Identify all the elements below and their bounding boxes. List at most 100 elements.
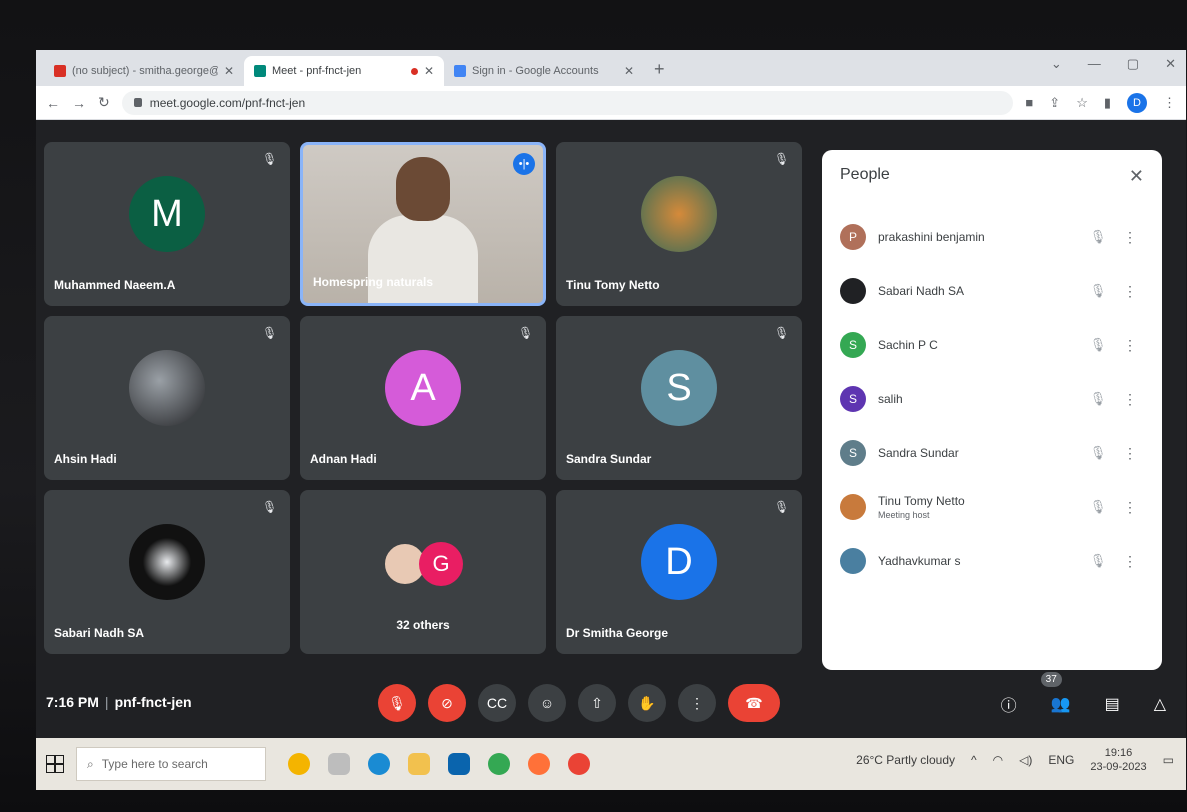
new-tab-button[interactable]: + (644, 59, 675, 86)
mic-toggle-button[interactable]: 🎙 (378, 684, 416, 722)
window-controls: ⌄ — ▢ ✕ (1051, 56, 1176, 72)
others-tile[interactable]: G 32 others (300, 490, 546, 654)
present-button[interactable]: ⇧ (578, 684, 616, 722)
taskbar-search-input[interactable]: ⌕ Type here to search (76, 747, 266, 781)
participant-tile-video[interactable]: •|• Homespring naturals (300, 142, 546, 306)
chrome-profile-icon[interactable] (568, 753, 590, 775)
file-explorer-icon[interactable] (408, 753, 430, 775)
meeting-code: pnf-fnct-jen (114, 694, 192, 710)
mic-off-icon[interactable]: 🎙 (1088, 283, 1108, 299)
maximize-button[interactable]: ▢ (1127, 56, 1139, 72)
chat-icon[interactable]: ▤ (1105, 694, 1120, 714)
share-icon[interactable]: ⇪ (1049, 95, 1060, 111)
tab-meet[interactable]: Meet - pnf-fnct-jen ✕ (244, 56, 444, 86)
list-item[interactable]: Tinu Tomy Netto Meeting host 🎙 ⋮ (840, 480, 1140, 534)
widgets-icon[interactable] (288, 753, 310, 775)
leave-call-button[interactable]: ☎ (728, 684, 780, 722)
list-item[interactable]: P prakashini benjamin 🎙 ⋮ (840, 210, 1140, 264)
reload-icon[interactable]: ↻ (98, 94, 110, 111)
meeting-footer: 7:16 PM | pnf-fnct-jen 🎙 ⊘ CC ☺ ⇧ ✋ ⋮ ☎ ⓘ … (36, 672, 1186, 738)
edge-icon[interactable] (368, 753, 390, 775)
tab-gmail[interactable]: (no subject) - smitha.george@ ✕ (44, 56, 244, 86)
activities-icon[interactable]: △ (1154, 694, 1166, 714)
mic-off-icon[interactable]: 🎙 (1088, 499, 1108, 515)
tab-search-icon[interactable]: ⌄ (1051, 56, 1062, 72)
more-options-icon[interactable]: ⋮ (1120, 391, 1140, 408)
more-options-icon[interactable]: ⋮ (1120, 283, 1140, 300)
camera-toggle-button[interactable]: ⊘ (428, 684, 466, 722)
participant-tile[interactable]: A 🎙 Adnan Hadi (300, 316, 546, 480)
close-panel-button[interactable]: ✕ (1129, 166, 1144, 187)
wifi-icon[interactable]: ◠ (993, 753, 1003, 767)
tray-chevron-icon[interactable]: ^ (971, 753, 977, 767)
avatar-photo (840, 494, 866, 520)
participant-tile[interactable]: 🎙 Sabari Nadh SA (44, 490, 290, 654)
mic-off-icon[interactable]: 🎙 (1088, 337, 1108, 353)
avatar: S (840, 386, 866, 412)
search-placeholder: Type here to search (101, 757, 208, 771)
back-icon[interactable]: ← (46, 95, 60, 111)
windows-start-icon[interactable] (46, 755, 64, 773)
list-item[interactable]: S salih 🎙 ⋮ (840, 372, 1140, 426)
camera-icon[interactable]: ■ (1025, 95, 1033, 110)
tab-google-signin[interactable]: Sign in - Google Accounts ✕ (444, 56, 644, 86)
participant-tile[interactable]: 🎙 Tinu Tomy Netto (556, 142, 802, 306)
mic-off-icon[interactable]: 🎙 (1088, 445, 1108, 461)
more-options-icon[interactable]: ⋮ (1120, 553, 1140, 570)
close-window-button[interactable]: ✕ (1165, 56, 1176, 72)
taskbar-clock[interactable]: 19:16 23-09-2023 (1090, 746, 1146, 774)
notifications-icon[interactable]: ▭ (1163, 753, 1174, 767)
tab-title: Sign in - Google Accounts (472, 65, 599, 77)
volume-icon[interactable]: ◁) (1019, 753, 1032, 767)
list-item[interactable]: S Sachin P C 🎙 ⋮ (840, 318, 1140, 372)
raise-hand-button[interactable]: ✋ (628, 684, 666, 722)
host-label: Meeting host (878, 510, 930, 520)
search-icon: ⌕ (87, 756, 94, 771)
participant-name: Ahsin Hadi (54, 452, 117, 466)
close-tab-icon[interactable]: ✕ (424, 64, 434, 78)
participant-name: Tinu Tomy Netto (566, 278, 660, 292)
people-button[interactable]: 👥 37 (1040, 672, 1071, 714)
mic-off-icon[interactable]: 🎙 (1088, 391, 1108, 407)
participant-tile[interactable]: S 🎙 Sandra Sundar (556, 316, 802, 480)
mic-off-icon[interactable]: 🎙 (1088, 229, 1108, 245)
captions-button[interactable]: CC (478, 684, 516, 722)
avatar: S (840, 440, 866, 466)
mic-off-icon[interactable]: 🎙 (1088, 553, 1108, 569)
system-tray: 26°C Partly cloudy ^ ◠ ◁) ENG 19:16 23-0… (856, 746, 1174, 774)
emoji-button[interactable]: ☺ (528, 684, 566, 722)
bookmark-star-icon[interactable]: ☆ (1076, 95, 1088, 111)
url-input[interactable]: meet.google.com/pnf-fnct-jen (121, 90, 1014, 115)
call-controls: 🎙 ⊘ CC ☺ ⇧ ✋ ⋮ ☎ (378, 684, 780, 722)
more-options-button[interactable]: ⋮ (678, 684, 716, 722)
close-tab-icon[interactable]: ✕ (624, 64, 634, 78)
list-item[interactable]: S Sandra Sundar 🎙 ⋮ (840, 426, 1140, 480)
profile-avatar[interactable]: D (1127, 92, 1147, 113)
tab-title: Meet - pnf-fnct-jen (272, 65, 362, 77)
chrome-icon[interactable] (488, 753, 510, 775)
participant-tile[interactable]: M 🎙 Muhammed Naeem.A (44, 142, 290, 306)
mail-icon[interactable] (448, 753, 470, 775)
language-indicator[interactable]: ENG (1048, 753, 1074, 767)
more-options-icon[interactable]: ⋮ (1120, 229, 1140, 246)
more-options-icon[interactable]: ⋮ (1120, 445, 1140, 462)
close-tab-icon[interactable]: ✕ (224, 64, 234, 78)
weather-status[interactable]: 26°C Partly cloudy (856, 753, 955, 767)
mic-off-icon: 🎙 (774, 326, 790, 340)
list-item[interactable]: Yadhavkumar s 🎙 ⋮ (840, 534, 1140, 588)
task-view-icon[interactable] (328, 753, 350, 775)
sidepanel-icon[interactable]: ▮ (1104, 95, 1111, 111)
menu-kebab-icon[interactable]: ⋮ (1163, 95, 1176, 111)
people-count-badge: 37 (1040, 672, 1062, 687)
more-options-icon[interactable]: ⋮ (1120, 337, 1140, 354)
meet-icon (254, 65, 266, 77)
list-item[interactable]: Sabari Nadh SA 🎙 ⋮ (840, 264, 1140, 318)
minimize-button[interactable]: — (1088, 56, 1101, 72)
participant-tile[interactable]: D 🎙 Dr Smitha George (556, 490, 802, 654)
firefox-icon[interactable] (528, 753, 550, 775)
info-icon[interactable]: ⓘ (1001, 692, 1017, 716)
person-name-block: Tinu Tomy Netto Meeting host (878, 494, 1076, 520)
forward-icon[interactable]: → (72, 95, 86, 111)
more-options-icon[interactable]: ⋮ (1120, 499, 1140, 516)
participant-tile[interactable]: 🎙 Ahsin Hadi (44, 316, 290, 480)
